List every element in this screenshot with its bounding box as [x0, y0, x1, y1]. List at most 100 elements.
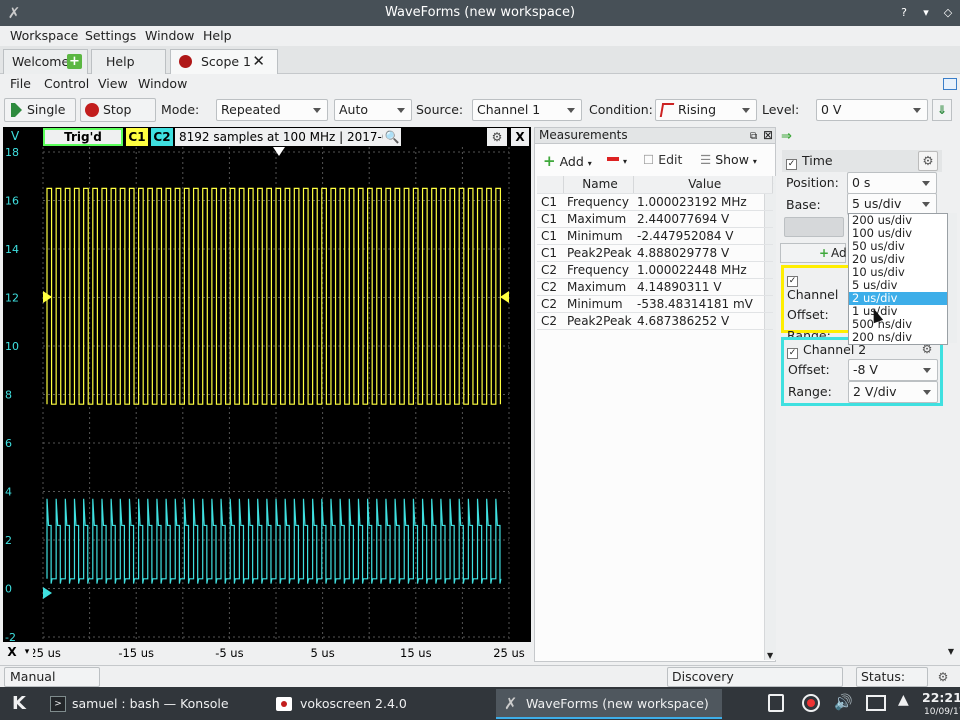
tab-scope-1[interactable]: Scope 1 ✕	[170, 49, 278, 74]
settings-scroll-down[interactable]: ▼	[945, 647, 957, 662]
task-vokoscreen[interactable]: vokoscreen 2.4.0	[270, 689, 492, 719]
measurement-row[interactable]: C2 Minimum -538.48314181 mV	[537, 295, 773, 313]
trigger-auto-select[interactable]: Auto	[334, 99, 412, 121]
channel-2-checkbox[interactable]: ✓	[787, 348, 798, 359]
base-select[interactable]: 5 us/div	[847, 193, 937, 215]
name-column-header[interactable]: Name	[563, 176, 634, 194]
channel-1-checkbox[interactable]: ✓	[787, 276, 798, 287]
show-measurement-button[interactable]: ☰ Show ▾	[700, 152, 757, 167]
edit-measurement-button[interactable]: ☐ Edit	[643, 152, 682, 167]
time-gear-icon[interactable]: ⚙	[918, 151, 938, 171]
help-icon[interactable]: ?	[893, 0, 915, 26]
measurement-row[interactable]: C2 Peak2Peak 4.687386252 V	[537, 312, 773, 330]
stop-label: Stop	[103, 102, 132, 117]
close-tab-icon[interactable]: ✕	[252, 50, 265, 73]
add-channel-button[interactable]: + Ad	[780, 243, 847, 263]
add-measurement-button[interactable]: + Add ▾	[543, 152, 592, 170]
base-dropdown-list[interactable]: 200 us/div 100 us/div 50 us/div 20 us/div 10…	[848, 213, 948, 345]
trigger-status-badge: Trig'd	[43, 128, 123, 146]
measurement-row[interactable]: C1 Maximum 2.440077694 V	[537, 210, 773, 228]
task-waveforms[interactable]: ✗ WaveForms (new workspace)	[496, 689, 722, 719]
zoom-icon[interactable]: 🔍	[383, 128, 401, 146]
measurement-channel: C1	[537, 227, 563, 245]
source-select[interactable]: Channel 1	[472, 99, 582, 121]
connection-status: Status: OK	[856, 667, 928, 702]
minimize-icon[interactable]: ▾	[915, 0, 937, 26]
add-icon[interactable]: +	[67, 54, 82, 69]
time-extra-button[interactable]	[784, 217, 844, 237]
measurement-name: Minimum	[563, 295, 633, 313]
close-icon[interactable]: ⊠	[763, 128, 773, 143]
tray-expand-icon[interactable]: ▲	[898, 692, 909, 708]
channel-2-trace	[46, 498, 502, 584]
measurements-header: Measurements ⧉ ⊠	[535, 128, 775, 144]
measurement-name: Maximum	[563, 210, 633, 228]
clock-date[interactable]: 10/09/17	[924, 707, 960, 717]
mode-select[interactable]: Repeated	[216, 99, 328, 121]
measurement-name: Peak2Peak	[563, 312, 633, 330]
single-button[interactable]: Single	[4, 98, 76, 122]
collapse-arrow-icon[interactable]: ⇒	[781, 129, 792, 144]
trigger-position-marker[interactable]	[273, 147, 285, 156]
remove-measurement-button[interactable]: ▾	[607, 152, 627, 167]
menu-window-2[interactable]: Window	[138, 76, 187, 91]
keep-above-icon[interactable]: ◇	[937, 0, 959, 26]
float-icon[interactable]: ⧉	[750, 129, 757, 144]
arrow-down-icon[interactable]: ⇓	[932, 99, 952, 121]
channel-2-waveform	[46, 498, 502, 584]
channel-column-header	[537, 176, 564, 194]
position-value: 0 s	[852, 175, 871, 190]
manual-trigger-button[interactable]: Manual Trigger	[4, 667, 100, 702]
x-axis-dropdown-icon[interactable]: ▾	[21, 642, 33, 662]
base-label: Base:	[786, 197, 821, 212]
channel-2-badge[interactable]: C2	[151, 128, 173, 146]
clock-time[interactable]: 22:21	[922, 690, 960, 705]
level-input[interactable]: 0 V	[816, 99, 928, 121]
measurement-row[interactable]: C1 Peak2Peak 4.888029778 V	[537, 244, 773, 262]
base-option[interactable]: 200 ns/div	[849, 331, 947, 344]
task-konsole[interactable]: > samuel : bash — Konsole	[46, 689, 264, 719]
tab-help[interactable]: Help	[91, 49, 166, 74]
device-status[interactable]: Discovery SN:210244566740	[667, 667, 843, 702]
settings-gear-icon[interactable]: ⚙	[487, 128, 507, 146]
network-icon[interactable]	[866, 695, 886, 711]
volume-icon[interactable]: 🔊	[834, 693, 853, 711]
channel-1-trigger-level-marker[interactable]	[500, 291, 509, 303]
time-section-header[interactable]: ✓ Time ⚙	[782, 150, 942, 172]
measurement-row[interactable]: C2 Frequency 1.000022448 MHz	[537, 261, 773, 279]
channel-2-section: ✓ Channel 2 ⚙ Offset: -8 V Range: 2 V/div	[781, 337, 943, 406]
measurement-row[interactable]: C1 Minimum -2.447952084 V	[537, 227, 773, 245]
condition-select[interactable]: Rising	[655, 99, 757, 121]
menu-workspace[interactable]: Workspace	[10, 28, 78, 43]
tab-welcome[interactable]: Welcome +	[3, 49, 88, 74]
menu-control[interactable]: Control	[44, 76, 89, 91]
measurement-row[interactable]: C2 Maximum 4.14890311 V	[537, 278, 773, 296]
device-gear-icon[interactable]: ⚙	[932, 667, 954, 687]
value-column-header[interactable]: Value	[633, 176, 773, 194]
x-axis-ticks: -25 us -15 us -5 us 5 us 15 us 25 us	[25, 642, 531, 662]
channel-1-badge[interactable]: C1	[126, 128, 148, 146]
stop-button[interactable]: Stop	[80, 98, 156, 122]
menu-view[interactable]: View	[98, 76, 128, 91]
channel-1-offset-marker[interactable]	[43, 291, 52, 303]
menu-help[interactable]: Help	[203, 28, 232, 43]
main-menu-bar: Workspace Settings Window Help	[0, 26, 960, 46]
measurement-row[interactable]: C1 Frequency 1.000023192 MHz	[537, 193, 773, 211]
menu-window[interactable]: Window	[145, 28, 194, 43]
menu-settings[interactable]: Settings	[85, 28, 136, 43]
y-tick-label: 10	[5, 340, 19, 353]
channel-2-range-select[interactable]: 2 V/div	[848, 381, 938, 403]
clipboard-icon[interactable]	[768, 694, 784, 712]
kde-launcher-icon[interactable]: K	[6, 691, 32, 717]
position-input[interactable]: 0 s	[847, 172, 937, 194]
channel-1-header[interactable]: ✓Channel	[784, 270, 848, 302]
x-axis-close-button[interactable]: X	[3, 642, 21, 662]
time-checkbox[interactable]: ✓	[786, 159, 797, 170]
plus-icon: +	[543, 152, 556, 170]
close-plot-button[interactable]: X	[511, 128, 529, 146]
channel-2-offset-marker[interactable]	[43, 587, 52, 599]
menu-file[interactable]: File	[10, 76, 31, 91]
channel-2-offset-input[interactable]: -8 V	[848, 359, 938, 381]
scope-plot[interactable]: 18 16 14 12 10 8 6 4 2 0 -2 -25 us -15 us -5 us 5 us 1…	[3, 127, 531, 662]
waveform-chart[interactable]: 181614121086420-2 -25 us -15 us -5 us 5 us 1…	[3, 127, 531, 662]
